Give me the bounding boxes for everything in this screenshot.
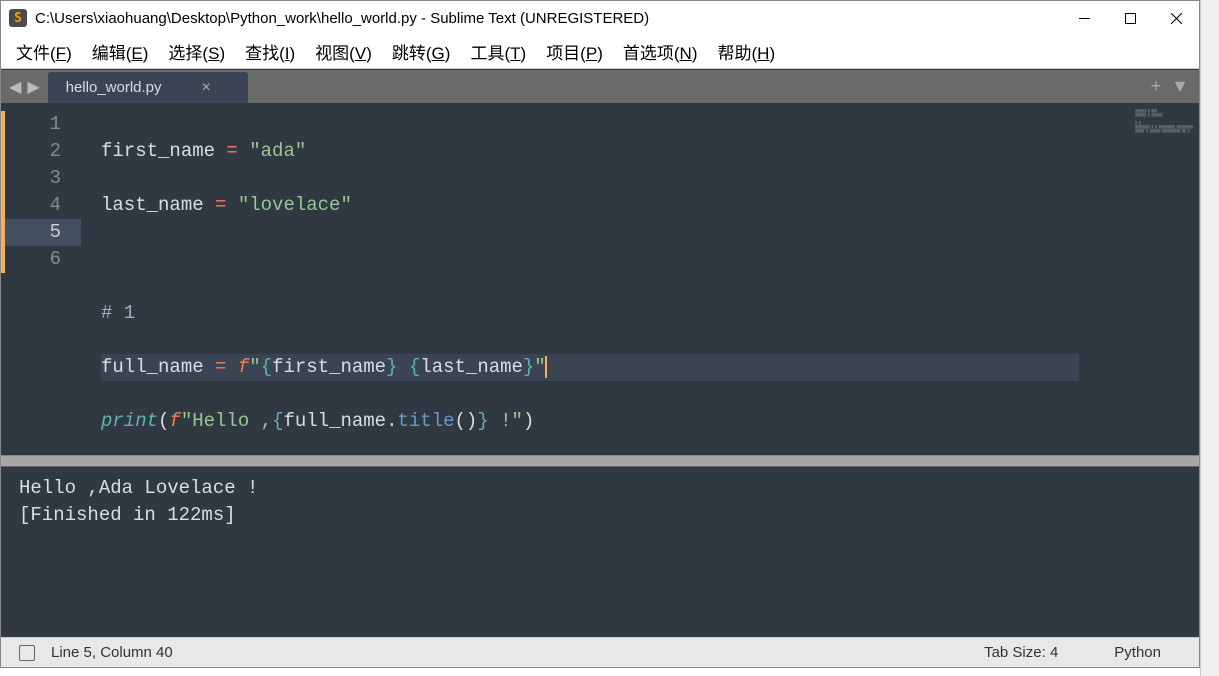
dirty-indicator <box>1 111 5 273</box>
background-window-sliver <box>1200 0 1219 676</box>
code-token: f <box>169 410 180 432</box>
line-number[interactable]: 2 <box>1 138 81 165</box>
menu-edit[interactable]: 编辑(E) <box>83 35 158 68</box>
output-line: [Finished in 122ms] <box>19 504 236 526</box>
tab-label: hello_world.py <box>66 79 162 96</box>
app-icon: S <box>9 9 27 27</box>
code-token: Hello , <box>192 410 272 432</box>
code-token: first_name <box>101 140 215 162</box>
minimize-button[interactable] <box>1061 1 1107 35</box>
minimap[interactable]: ██████ █ ███ ██████ █ ██████ █ █ ███████… <box>1079 103 1199 455</box>
code-token: = <box>204 194 238 216</box>
menu-select[interactable]: 选择(S) <box>159 35 234 68</box>
output-line: Hello ,Ada Lovelace ! <box>19 477 258 499</box>
code-token: " <box>512 410 523 432</box>
code-token <box>398 356 409 378</box>
new-tab-icon[interactable]: + <box>1151 76 1162 97</box>
menu-file[interactable]: 文件(F) <box>7 35 81 68</box>
code-token: } <box>523 356 534 378</box>
tab-hello-world[interactable]: hello_world.py × <box>48 72 248 103</box>
code-token: " <box>181 410 192 432</box>
menu-help[interactable]: 帮助(H) <box>709 35 785 68</box>
code-token: last_name <box>420 356 523 378</box>
code-token: = <box>215 140 249 162</box>
tab-menu-icon[interactable]: ▼ <box>1171 76 1189 97</box>
code-token: " <box>249 356 260 378</box>
editor-area: 1 2 3 4 5 6 first_name = "ada" last_name… <box>1 103 1199 637</box>
tabbar: ◀ ▶ hello_world.py × + ▼ <box>1 69 1199 103</box>
line-number[interactable]: 1 <box>1 111 81 138</box>
menubar: 文件(F) 编辑(E) 选择(S) 查找(I) 视图(V) 跳转(G) 工具(T… <box>1 35 1199 69</box>
status-syntax[interactable]: Python <box>1094 644 1181 661</box>
code-token: full_name <box>101 356 204 378</box>
minimap-content: ██████ █ ███ ██████ █ ██████ █ █ ███████… <box>1135 109 1193 133</box>
titlebar: S C:\Users\xiaohuang\Desktop\Python_work… <box>1 1 1199 35</box>
maximize-button[interactable] <box>1107 1 1153 35</box>
tabbar-right: + ▼ <box>1141 70 1199 103</box>
menu-view[interactable]: 视图(V) <box>306 35 381 68</box>
code-token: "lovelace" <box>238 194 352 216</box>
line-number[interactable]: 6 <box>1 246 81 273</box>
window-title: C:\Users\xiaohuang\Desktop\Python_work\h… <box>35 10 1061 27</box>
code-token: last_name <box>101 194 204 216</box>
tab-nav: ◀ ▶ <box>1 70 48 103</box>
menu-find[interactable]: 查找(I) <box>236 35 304 68</box>
code-token: { <box>261 356 272 378</box>
code-token: ) <box>523 410 534 432</box>
code-token: "ada" <box>249 140 306 162</box>
code-token: title <box>398 410 455 432</box>
code-token: ( <box>455 410 466 432</box>
panel-divider[interactable] <box>1 455 1199 467</box>
code-token: print <box>101 410 158 432</box>
code-token: first_name <box>272 356 386 378</box>
code-token: { <box>272 410 283 432</box>
line-number[interactable]: 3 <box>1 165 81 192</box>
menu-project[interactable]: 项目(P) <box>537 35 612 68</box>
nav-forward-icon[interactable]: ▶ <box>25 77 41 97</box>
code-token: { <box>409 356 420 378</box>
menu-prefs[interactable]: 首选项(N) <box>614 35 707 68</box>
line-number[interactable]: 4 <box>1 192 81 219</box>
line-number-current[interactable]: 5 <box>1 219 81 246</box>
code-editor[interactable]: first_name = "ada" last_name = "lovelace… <box>81 103 1079 455</box>
code-token: ) <box>466 410 477 432</box>
statusbar: Line 5, Column 40 Tab Size: 4 Python <box>1 637 1199 667</box>
menu-goto[interactable]: 跳转(G) <box>383 35 460 68</box>
code-token: } <box>386 356 397 378</box>
menu-tools[interactable]: 工具(T) <box>461 35 535 68</box>
cursor <box>545 356 547 378</box>
code-comment: # 1 <box>101 302 135 324</box>
gutter: 1 2 3 4 5 6 <box>1 103 81 455</box>
code-token: . <box>386 410 397 432</box>
window-controls <box>1061 1 1199 35</box>
code-token: ! <box>489 410 512 432</box>
sublime-window: S C:\Users\xiaohuang\Desktop\Python_work… <box>0 0 1200 668</box>
code-token: f <box>238 356 249 378</box>
code-region: 1 2 3 4 5 6 first_name = "ada" last_name… <box>1 103 1199 455</box>
output-panel[interactable]: Hello ,Ada Lovelace ! [Finished in 122ms… <box>1 467 1199 637</box>
status-tabsize[interactable]: Tab Size: 4 <box>964 644 1078 661</box>
status-position[interactable]: Line 5, Column 40 <box>51 644 173 661</box>
panel-switcher-icon[interactable] <box>19 645 35 661</box>
code-token: = <box>204 356 238 378</box>
code-token: full_name <box>283 410 386 432</box>
close-button[interactable] <box>1153 1 1199 35</box>
code-token: ( <box>158 410 169 432</box>
tab-close-icon[interactable]: × <box>202 79 211 97</box>
nav-back-icon[interactable]: ◀ <box>7 77 23 97</box>
code-token: } <box>477 410 488 432</box>
